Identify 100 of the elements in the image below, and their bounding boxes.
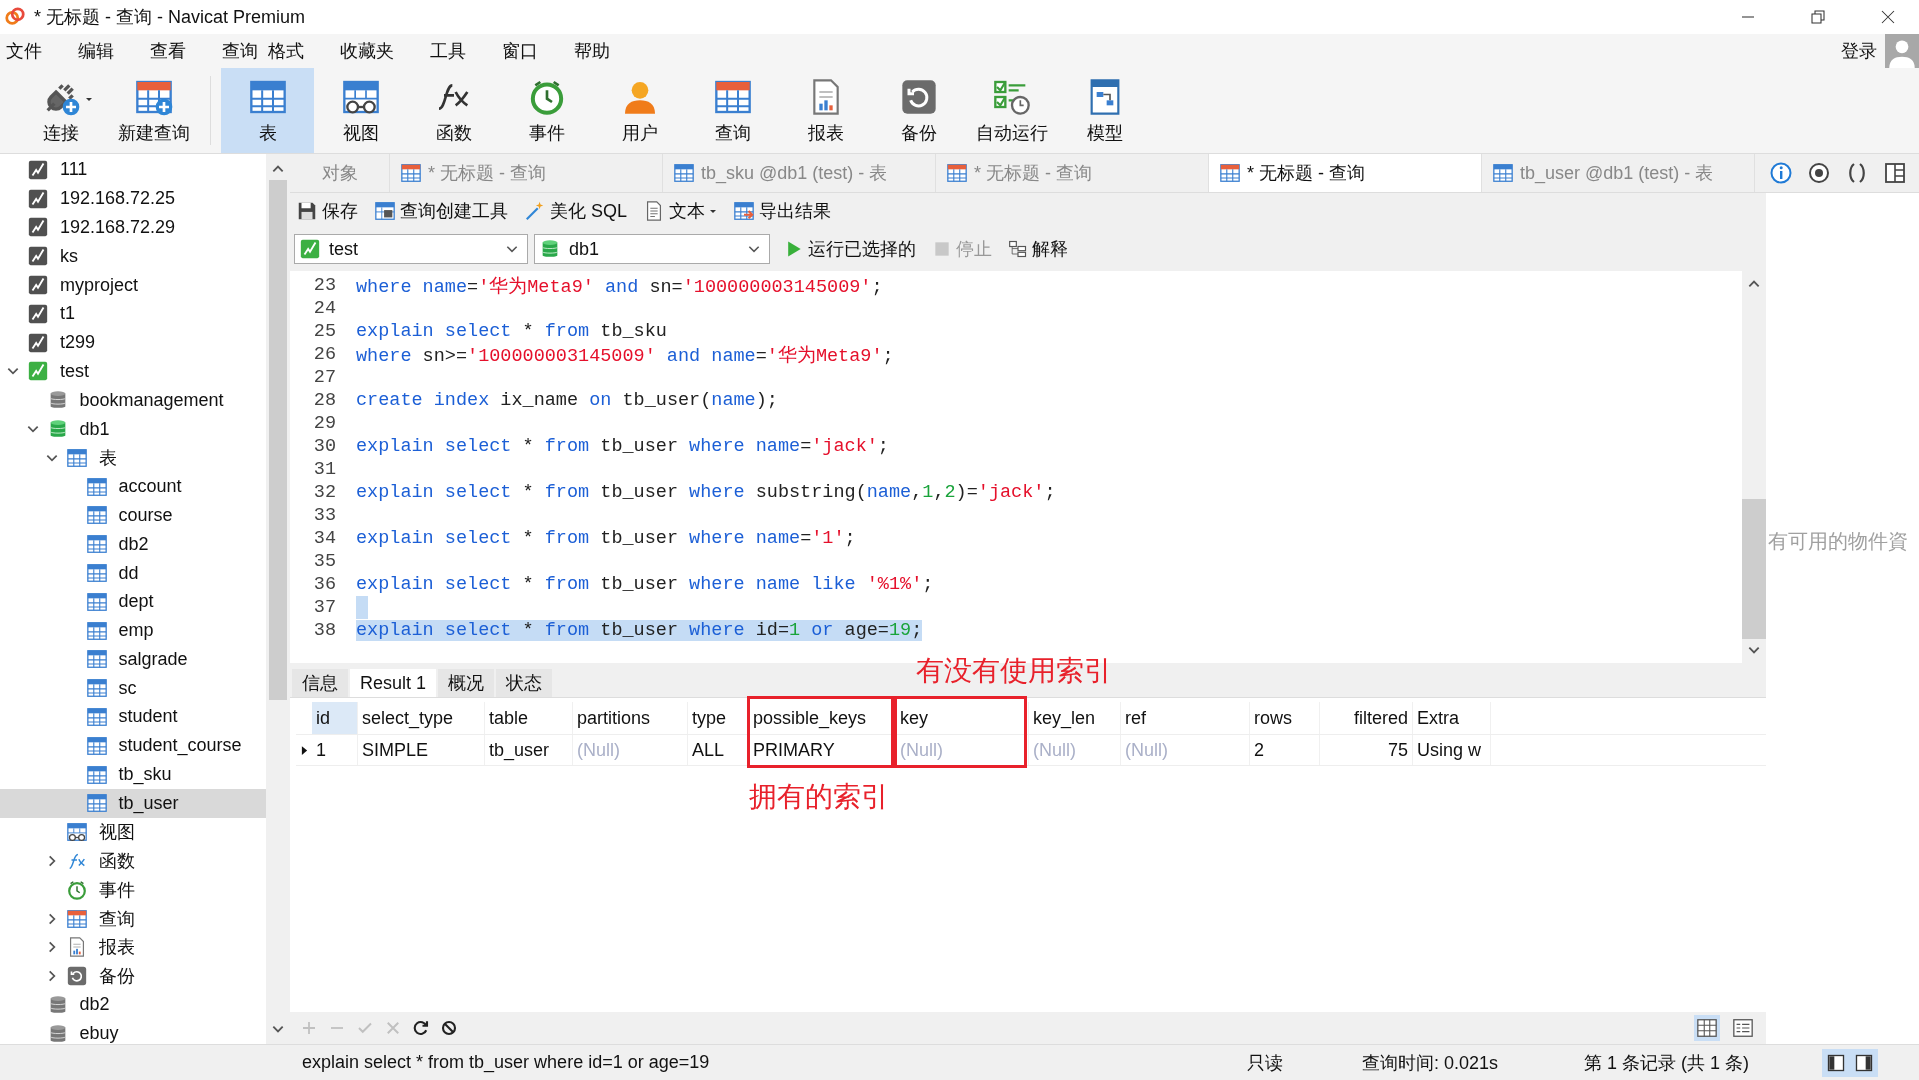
tree-label: student bbox=[118, 706, 178, 728]
tree-item[interactable]: ks bbox=[0, 241, 266, 271]
tab[interactable]: * 无标题 - 查询 bbox=[1209, 154, 1482, 193]
tree-item[interactable]: 192.168.72.29 bbox=[0, 213, 266, 242]
tree-item[interactable]: account bbox=[0, 472, 266, 501]
tree-item[interactable]: t1 bbox=[0, 299, 266, 329]
left-panel-icon[interactable] bbox=[1822, 1048, 1850, 1077]
column-header[interactable]: key_len bbox=[1029, 702, 1121, 735]
save-button[interactable]: 保存 bbox=[294, 199, 360, 224]
menu-item[interactable]: 查看 bbox=[150, 38, 204, 63]
export-button[interactable]: 导出结果 bbox=[731, 199, 834, 224]
tree-item[interactable]: test bbox=[0, 357, 266, 386]
tree-item[interactable]: db2 bbox=[0, 529, 266, 559]
toolbar-button[interactable]: 模型 bbox=[1058, 67, 1151, 154]
result-tab[interactable]: 概况 bbox=[438, 669, 495, 698]
toolbar-button[interactable]: 视图 bbox=[314, 67, 407, 154]
tree-item[interactable]: 查询 bbox=[0, 904, 266, 933]
restore-icon[interactable] bbox=[1809, 7, 1827, 26]
tree-item[interactable]: myproject bbox=[0, 270, 266, 300]
tree-item[interactable]: 111 bbox=[0, 155, 266, 185]
toolbar-button[interactable]: 报表 bbox=[779, 67, 872, 154]
tree-item[interactable]: 视图 bbox=[0, 817, 266, 847]
login-link[interactable]: 登录 bbox=[1841, 38, 1877, 63]
backups-icon bbox=[66, 965, 88, 988]
text-button[interactable]: 文本 bbox=[641, 199, 720, 224]
toolbar-button[interactable]: 连接 bbox=[14, 67, 107, 154]
line-number: 35 bbox=[312, 551, 336, 573]
menu-item[interactable]: 查询 bbox=[222, 38, 268, 63]
column-header[interactable]: filtered bbox=[1320, 702, 1413, 735]
tree-label: 视图 bbox=[99, 821, 135, 845]
column-header[interactable]: table bbox=[485, 702, 573, 735]
menu-item[interactable]: 窗口 bbox=[502, 38, 556, 63]
tree-item[interactable]: tb_user bbox=[0, 789, 266, 818]
menu-item[interactable]: 收藏夹 bbox=[340, 38, 412, 63]
tree-label: test bbox=[60, 360, 89, 382]
tree-item[interactable]: 192.168.72.25 bbox=[0, 184, 266, 214]
menu-item[interactable]: 工具 bbox=[430, 38, 484, 63]
menu-item[interactable]: 文件 bbox=[6, 38, 60, 63]
line-number: 37 bbox=[312, 597, 336, 619]
column-header[interactable]: possible_keys bbox=[749, 702, 896, 735]
tree-item[interactable]: student_course bbox=[0, 731, 266, 761]
connection-select[interactable]: test bbox=[294, 234, 528, 265]
query-icon bbox=[400, 162, 422, 185]
tree-item[interactable]: salgrade bbox=[0, 645, 266, 674]
run-button[interactable]: 运行已选择的 bbox=[782, 237, 918, 262]
toolbar-button[interactable]: 函数 bbox=[407, 67, 500, 154]
column-header[interactable]: key bbox=[896, 702, 1029, 735]
explain-button[interactable]: 解释 bbox=[1006, 237, 1070, 262]
column-header[interactable]: type bbox=[688, 702, 749, 735]
toolbar-button[interactable]: 表 bbox=[221, 67, 314, 154]
toolbar-button[interactable]: 用户 bbox=[593, 67, 686, 154]
column-header[interactable]: partitions bbox=[573, 702, 688, 735]
tree-item[interactable]: 备份 bbox=[0, 961, 266, 991]
scrollbar-thumb[interactable] bbox=[1742, 499, 1766, 640]
tree-item[interactable]: dept bbox=[0, 587, 266, 617]
line-number: 29 bbox=[312, 413, 336, 435]
tree-item[interactable]: db1 bbox=[0, 414, 266, 444]
column-header[interactable]: select_type bbox=[358, 702, 485, 735]
toolbar-button[interactable]: 备份 bbox=[872, 67, 965, 154]
builder-icon bbox=[374, 200, 396, 223]
toolbar-button[interactable]: 新建查询 bbox=[107, 67, 200, 154]
grid-view-icon[interactable] bbox=[1694, 1015, 1720, 1042]
tree-item[interactable]: student bbox=[0, 702, 266, 732]
tree-item[interactable]: dd bbox=[0, 558, 266, 588]
ban-icon[interactable] bbox=[440, 1019, 458, 1038]
column-header[interactable]: Extra bbox=[1413, 702, 1491, 735]
result-tab[interactable]: Result 1 bbox=[350, 669, 437, 698]
status-record: 第 1 条记录 (共 1 条) bbox=[1584, 1051, 1750, 1075]
column-header[interactable]: id bbox=[312, 702, 358, 735]
right-panel-icon[interactable] bbox=[1850, 1048, 1878, 1077]
result-tab[interactable]: 状态 bbox=[496, 669, 553, 698]
menu-item[interactable]: 帮助 bbox=[574, 38, 628, 63]
tree-item[interactable]: t299 bbox=[0, 328, 266, 358]
menu-item[interactable]: 编辑 bbox=[78, 38, 132, 63]
database-select[interactable]: db1 bbox=[534, 234, 770, 265]
column-header[interactable]: rows bbox=[1250, 702, 1320, 735]
tree-item[interactable]: 报表 bbox=[0, 932, 266, 962]
beautify-button[interactable]: 美化 SQL bbox=[522, 199, 630, 224]
tree-item[interactable]: course bbox=[0, 501, 266, 530]
toolbar-button[interactable]: 查询 bbox=[686, 67, 779, 154]
tree-item[interactable]: 事件 bbox=[0, 875, 266, 905]
table-icon bbox=[85, 619, 108, 642]
result-tab[interactable]: 信息 bbox=[292, 669, 348, 698]
tree-item[interactable]: bookmanagement bbox=[0, 385, 266, 415]
table-icon bbox=[85, 792, 108, 815]
tree-item[interactable]: emp bbox=[0, 616, 266, 645]
builder-button[interactable]: 查询创建工具 bbox=[372, 199, 510, 224]
column-header[interactable]: ref bbox=[1121, 702, 1250, 735]
tree-item[interactable]: ebuy bbox=[0, 1019, 266, 1045]
line-number: 38 bbox=[312, 620, 336, 642]
tree-item[interactable]: tb_sku bbox=[0, 760, 266, 789]
toolbar-button[interactable]: 事件 bbox=[500, 67, 593, 154]
tree-item[interactable]: db2 bbox=[0, 990, 266, 1020]
refresh-icon[interactable] bbox=[412, 1019, 430, 1038]
menu-item[interactable]: 格式 bbox=[268, 38, 322, 63]
tree-item[interactable]: 表 bbox=[0, 443, 266, 473]
toolbar-button[interactable]: 自动运行 bbox=[965, 67, 1058, 154]
tree-item[interactable]: sc bbox=[0, 673, 266, 703]
tree-item[interactable]: 函数 bbox=[0, 846, 266, 876]
scrollbar-thumb[interactable] bbox=[269, 180, 287, 701]
